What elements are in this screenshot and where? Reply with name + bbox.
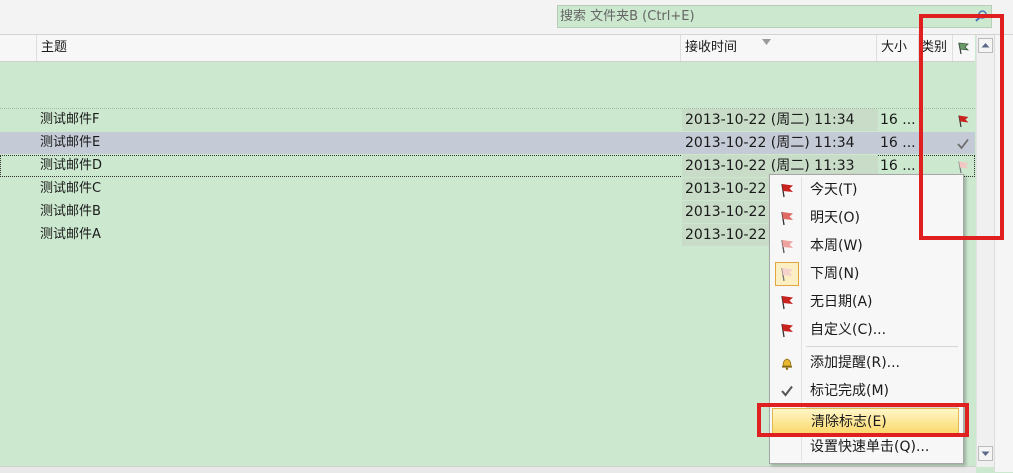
top-bar [0, 0, 1013, 35]
email-size: 16 ... [880, 135, 916, 151]
email-subject: 测试邮件E [40, 135, 101, 150]
menu-item-set-quick-click[interactable]: 设置快速单击(Q)... [772, 434, 959, 460]
email-received-time: 2013-10-22 [682, 178, 772, 200]
arrow-down-icon [981, 451, 990, 456]
email-received-time: 2013-10-22 [682, 224, 772, 246]
group-header-row [0, 62, 975, 109]
email-subject: 测试邮件C [40, 181, 102, 196]
flag-tomorrow-icon [781, 211, 793, 226]
menu-item-next-week[interactable]: 下周(N) [772, 261, 959, 287]
email-subject: 测试邮件D [40, 158, 103, 173]
flag-next-week-icon [781, 267, 793, 282]
column-header: 主题 接收时间 大小 类别 [0, 35, 975, 62]
email-row[interactable]: 测试邮件E 2013-10-22 (周二) 11:34 16 ... [0, 132, 975, 154]
scroll-down-button[interactable] [978, 446, 993, 461]
menu-item-custom[interactable]: 自定义(C)... [772, 317, 959, 343]
search-input[interactable] [558, 6, 960, 27]
column-subject[interactable]: 主题 [36, 35, 680, 61]
menu-item-mark-complete[interactable]: 标记完成(M) [772, 378, 959, 404]
flag-today-icon [781, 183, 793, 198]
email-row[interactable]: 测试邮件F 2013-10-22 (周二) 11:34 16 ... [0, 109, 975, 131]
flag-this-week-icon [781, 239, 793, 254]
column-size[interactable]: 大小 [876, 35, 918, 61]
email-received-time: 2013-10-22 (周二) 11:34 [682, 132, 878, 154]
email-subject: 测试邮件A [40, 227, 101, 242]
email-size: 16 ... [880, 112, 916, 128]
email-subject: 测试邮件B [40, 204, 101, 219]
email-received-time: 2013-10-22 [682, 201, 772, 223]
column-received-time[interactable]: 接收时间 [680, 35, 876, 61]
menu-separator [806, 346, 958, 347]
annotation-highlight-flag-column [919, 14, 1004, 240]
email-received-time: 2013-10-22 (周二) 11:34 [682, 109, 878, 131]
flag-next-week-selected-box [775, 262, 799, 286]
bell-icon [782, 358, 792, 370]
menu-item-add-reminder[interactable]: 添加提醒(R)... [772, 350, 959, 376]
annotation-highlight-clear-flag [757, 403, 969, 437]
sort-descending-icon [762, 39, 771, 45]
flag-no-date-icon [781, 295, 793, 310]
menu-item-no-date[interactable]: 无日期(A) [772, 289, 959, 315]
flag-custom-icon [781, 323, 793, 338]
checkmark-icon [781, 385, 793, 397]
email-subject: 测试邮件F [40, 112, 100, 127]
